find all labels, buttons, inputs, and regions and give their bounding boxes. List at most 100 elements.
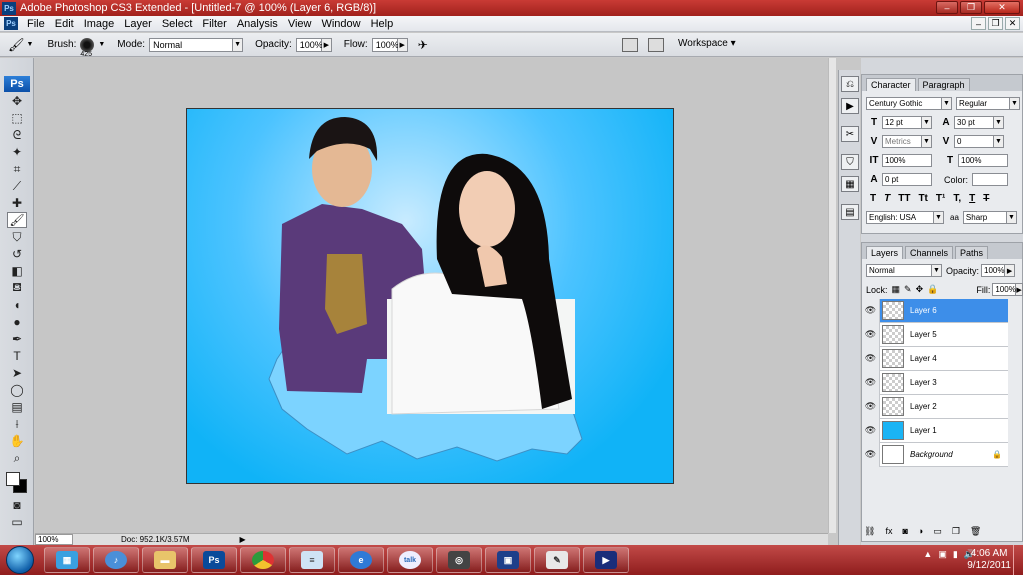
taskbar-app[interactable]: ▬ [142, 547, 188, 573]
tool-preset-picker[interactable]: 🖌 ▼ [8, 37, 33, 53]
menu-analysis[interactable]: Analysis [232, 18, 283, 30]
small-caps-button[interactable]: Tt [918, 193, 927, 204]
type-tool-icon[interactable]: T [7, 348, 27, 364]
chevron-down-icon[interactable]: ▼ [994, 135, 1004, 148]
canvas[interactable] [186, 108, 674, 484]
airbrush-icon[interactable]: ✈ [418, 38, 428, 52]
layer-row[interactable]: 👁 Layer 2 [862, 394, 1008, 419]
opacity-slider-icon[interactable]: ▶ [321, 37, 332, 52]
eye-icon[interactable]: 👁 [862, 298, 880, 323]
tab-layers[interactable]: Layers [866, 246, 904, 259]
tab-paths[interactable]: Paths [955, 246, 989, 259]
all-caps-button[interactable]: TT [898, 193, 910, 204]
show-desktop-button[interactable] [1013, 545, 1023, 575]
slice-tool-icon[interactable]: ⟋ [7, 178, 27, 194]
brushes-panel-icon[interactable]: ▦ [841, 176, 859, 192]
doc-minimize-button[interactable]: – [971, 17, 986, 30]
opacity-input[interactable]: 100% [295, 37, 323, 52]
move-tool-icon[interactable]: ✥ [7, 93, 27, 109]
chevron-down-icon[interactable]: ▼ [942, 97, 952, 110]
chevron-down-icon[interactable]: ▼ [922, 135, 932, 148]
layer-row[interactable]: 👁 Layer 4 [862, 346, 1008, 371]
tab-paragraph[interactable]: Paragraph [917, 78, 970, 91]
crop-tool-icon[interactable]: ⌗ [7, 161, 27, 177]
zoom-tool-icon[interactable]: ⌕ [7, 450, 27, 466]
chevron-down-icon[interactable]: ▼ [1006, 211, 1017, 224]
blur-tool-icon[interactable]: ◖ [7, 297, 27, 313]
layer-row[interactable]: 👁 Layer 6 [862, 298, 1008, 323]
horizontal-scale-input[interactable]: 100% [958, 154, 1008, 167]
path-selection-tool-icon[interactable]: ➤ [7, 365, 27, 381]
menu-select[interactable]: Select [157, 18, 198, 30]
clone-source-panel-icon[interactable]: ⛉ [841, 154, 859, 170]
color-swatches[interactable] [4, 470, 32, 496]
zoom-level-input[interactable]: 100% [35, 533, 73, 545]
adjustment-layer-icon[interactable]: ◑ [918, 526, 923, 537]
clone-stamp-tool-icon[interactable]: ⛉ [7, 229, 27, 245]
tab-channels[interactable]: Channels [905, 246, 954, 259]
taskbar-app[interactable]: ≡ [289, 547, 335, 573]
flow-input[interactable]: 100% [371, 37, 399, 52]
maximize-button[interactable]: ❐ [960, 1, 982, 14]
blend-mode-select[interactable]: Normal [866, 264, 932, 277]
hand-tool-icon[interactable]: ✋ [7, 433, 27, 449]
tracking-input[interactable]: 0 [954, 135, 994, 148]
eyedropper-tool-icon[interactable]: ⟊ [7, 416, 27, 432]
taskbar-app[interactable]: Ps [191, 547, 237, 573]
eye-icon[interactable]: 👁 [862, 394, 880, 419]
baseline-shift-input[interactable]: 0 pt [882, 173, 932, 186]
menu-help[interactable]: Help [366, 18, 399, 30]
font-size-input[interactable]: 12 pt [882, 116, 922, 129]
eye-icon[interactable]: 👁 [862, 322, 880, 347]
dodge-tool-icon[interactable]: ● [7, 314, 27, 330]
chevron-down-icon[interactable]: ▼ [932, 264, 942, 277]
shape-tool-icon[interactable]: ◯ [7, 382, 27, 398]
taskbar-app[interactable]: e [338, 547, 384, 573]
healing-brush-tool-icon[interactable]: ✚ [7, 195, 27, 211]
faux-italic-button[interactable]: T [884, 193, 890, 204]
lock-all-icon[interactable]: 🔒 [927, 284, 938, 295]
eye-icon[interactable]: 👁 [862, 442, 880, 467]
eye-icon[interactable]: 👁 [862, 370, 880, 395]
lock-transparency-icon[interactable]: ▦ [892, 284, 901, 295]
new-group-icon[interactable]: ▭ [933, 526, 942, 537]
kerning-select[interactable]: Metrics [882, 135, 922, 148]
mode-select[interactable]: Normal [149, 37, 234, 52]
layer-mask-icon[interactable]: ◙ [902, 526, 907, 537]
font-family-select[interactable]: Century Gothic [866, 97, 942, 110]
layer-row[interactable]: 👁 Background 🔒 [862, 442, 1008, 467]
menu-window[interactable]: Window [316, 18, 365, 30]
font-style-select[interactable]: Regular [956, 97, 1010, 110]
screen-mode-icon[interactable]: ▭ [7, 514, 27, 530]
menu-image[interactable]: Image [79, 18, 120, 30]
superscript-button[interactable]: T¹ [936, 193, 945, 204]
fill-slider-icon[interactable]: ▶ [1016, 283, 1023, 296]
chevron-down-icon[interactable]: ▼ [1010, 97, 1020, 110]
tool-presets-panel-icon[interactable]: ✂ [841, 126, 859, 142]
paint-bucket-tool-icon[interactable]: ⛾ [7, 280, 27, 296]
link-layers-icon[interactable]: ⛓ [864, 526, 875, 537]
doc-restore-button[interactable]: ❐ [988, 17, 1003, 30]
menu-edit[interactable]: Edit [50, 18, 79, 30]
bridge-icon[interactable] [648, 38, 664, 52]
network-icon[interactable]: ▮ [953, 549, 958, 560]
language-select[interactable]: English: USA [866, 211, 934, 224]
leading-input[interactable]: 30 pt [954, 116, 994, 129]
foreground-color[interactable] [6, 472, 20, 486]
new-layer-icon[interactable]: ❐ [952, 526, 960, 537]
notes-panel-icon[interactable]: ▤ [841, 204, 859, 220]
brush-tool-icon[interactable]: 🖌 [7, 212, 27, 228]
layer-opacity-input[interactable]: 100% [981, 264, 1006, 277]
taskbar-app[interactable]: ▣ [485, 547, 531, 573]
taskbar-app[interactable]: ◎ [436, 547, 482, 573]
eye-icon[interactable]: 👁 [862, 418, 880, 443]
antialias-select[interactable]: Sharp [962, 211, 1007, 224]
marquee-tool-icon[interactable]: ⬚ [7, 110, 27, 126]
taskbar-app[interactable]: talk [387, 547, 433, 573]
chevron-down-icon[interactable]: ▼ [994, 116, 1004, 129]
quick-mask-icon[interactable]: ◙ [7, 497, 27, 513]
menu-layer[interactable]: Layer [119, 18, 157, 30]
tray-app-icon[interactable]: ▣ [938, 549, 947, 560]
vertical-scale-input[interactable]: 100% [882, 154, 932, 167]
taskbar-app[interactable] [240, 547, 286, 573]
